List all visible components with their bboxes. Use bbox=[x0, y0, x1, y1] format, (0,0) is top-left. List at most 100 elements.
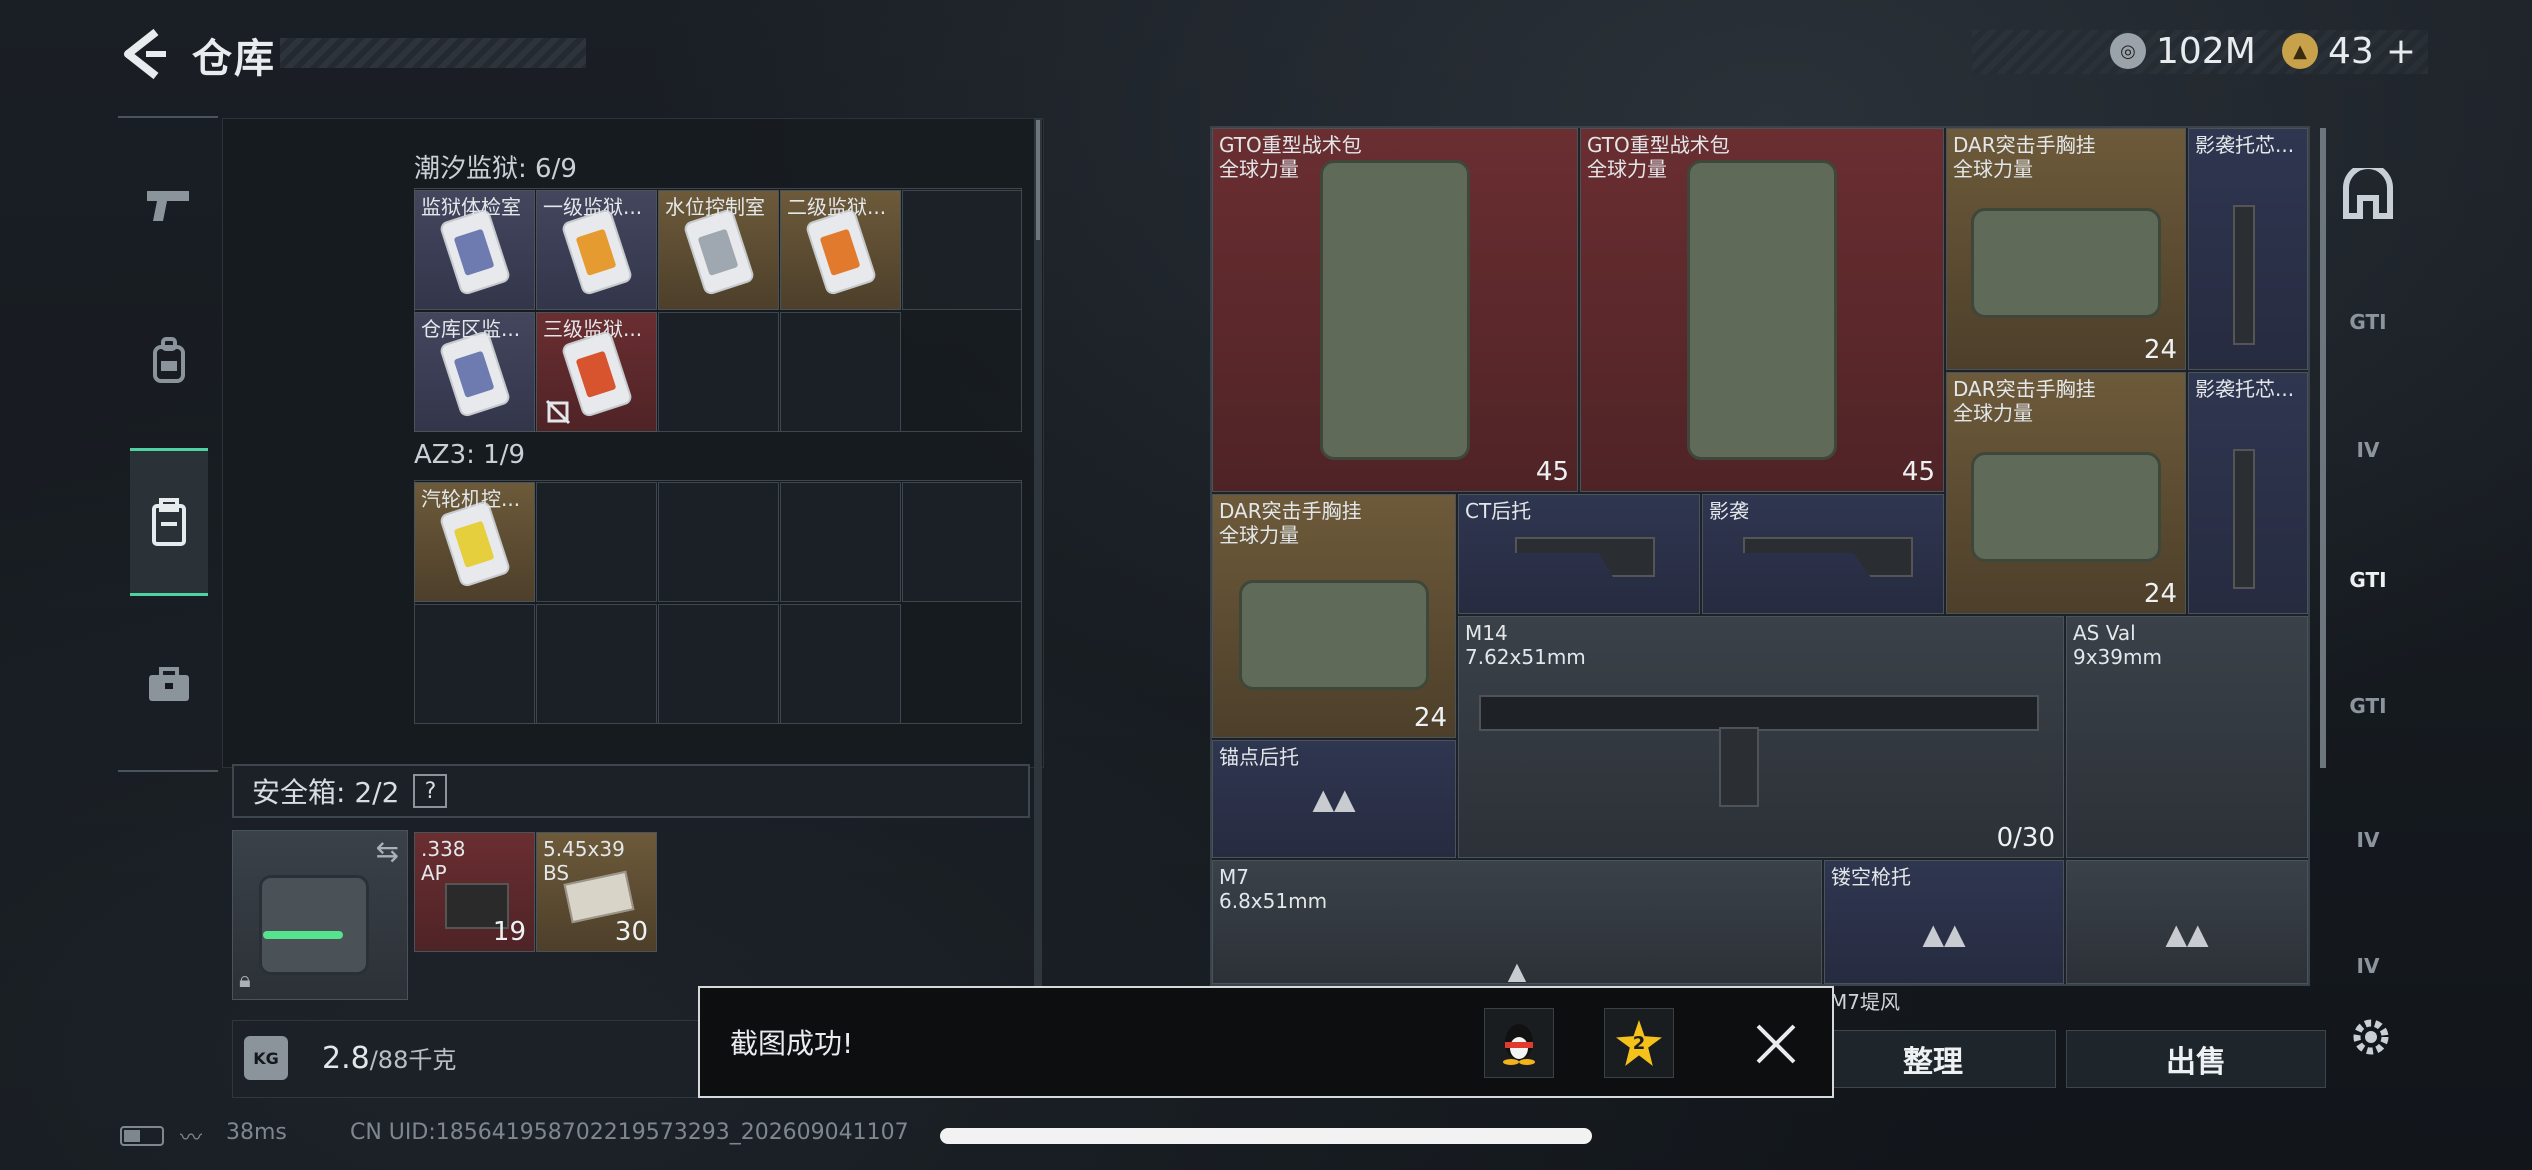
stock-core-image bbox=[2233, 205, 2255, 345]
key-card-item[interactable]: 一级监狱... bbox=[536, 190, 657, 310]
placeholder-triangle-icon: ▲ bbox=[1507, 957, 1527, 984]
lock-icon: 🔒︎ bbox=[239, 968, 251, 993]
key-card-item[interactable]: 二级监狱... bbox=[780, 190, 901, 310]
weight-max: /88千克 bbox=[369, 1046, 457, 1074]
stash-item-m14-rifle[interactable]: M14 7.62x51mm 0/30 bbox=[1458, 616, 2064, 858]
stash-item-stock-core[interactable]: 影袭托芯... bbox=[2188, 128, 2308, 370]
empty-slot[interactable] bbox=[780, 482, 901, 602]
m7-muzzle-label: M7堤风 bbox=[1830, 990, 1900, 1014]
stash-item-anchor-stock[interactable]: ▲▲ 锚点后托 bbox=[1212, 740, 1456, 858]
empty-slot[interactable] bbox=[658, 604, 779, 724]
stash-item-gto-bag[interactable]: GTO重型战术包 全球力量 45 bbox=[1212, 128, 1578, 492]
stock-image bbox=[1515, 537, 1655, 577]
empty-slot[interactable] bbox=[902, 190, 1022, 310]
help-icon[interactable]: ? bbox=[413, 774, 448, 808]
penguin-icon bbox=[1503, 1024, 1535, 1065]
title-decoration bbox=[280, 38, 586, 68]
safe-box-header: 安全箱: 2/2 ? bbox=[232, 764, 1030, 818]
gear-icon[interactable] bbox=[2346, 1012, 2396, 1062]
currency-hafu-value: 102M bbox=[2156, 30, 2256, 72]
page-title: 仓库 bbox=[192, 36, 276, 82]
stash-item-m7-rifle[interactable]: M7 6.8x51mm ▲ bbox=[1212, 860, 1822, 984]
star-icon: 2 bbox=[1616, 1020, 1662, 1066]
stash-item-hollow-stock[interactable]: ▲▲ 镂空枪托 bbox=[1824, 860, 2064, 984]
stash-item-chest-rig[interactable]: DAR突击手胸挂 全球力量 24 bbox=[1212, 494, 1456, 738]
left-scrollbar-thumb[interactable] bbox=[1036, 120, 1040, 240]
safe-box-image bbox=[259, 875, 369, 975]
sort-button[interactable]: 整理 bbox=[1810, 1030, 2056, 1088]
stash-item-as-val[interactable]: AS Val 9x39mm bbox=[2066, 616, 2308, 858]
chest-rig-image bbox=[1971, 208, 2161, 319]
ping-readout: 38ms bbox=[226, 1120, 287, 1145]
empty-slot[interactable] bbox=[658, 312, 779, 432]
close-icon[interactable] bbox=[1754, 1022, 1798, 1066]
stash-scrollbar[interactable] bbox=[2320, 128, 2326, 768]
rifle-image bbox=[1479, 695, 2039, 731]
no-trade-icon bbox=[545, 399, 571, 425]
empty-slot[interactable] bbox=[780, 604, 901, 724]
az3-label: AZ3: 1/9 bbox=[414, 440, 526, 470]
key-card-item[interactable]: 仓库区监... bbox=[414, 312, 535, 432]
weight-kg-icon: KG bbox=[244, 1036, 288, 1080]
all-items-tab-icon[interactable] bbox=[2330, 164, 2406, 224]
stash-tab-3[interactable]: GTI bbox=[2330, 550, 2406, 610]
backpack-image bbox=[1320, 160, 1470, 460]
empty-slot[interactable] bbox=[414, 604, 535, 724]
ammo-item[interactable]: 5.45x39 BS 30 bbox=[536, 832, 657, 952]
stash-item-chest-rig[interactable]: DAR突击手胸挂 全球力量 24 bbox=[1946, 128, 2186, 370]
stash-tab-1[interactable]: GTI bbox=[2330, 292, 2406, 352]
stash-tab-5[interactable]: IV bbox=[2330, 810, 2406, 870]
qq-share-button[interactable] bbox=[1484, 1008, 1554, 1078]
chest-rig-image bbox=[1971, 452, 2161, 563]
currency-premium: ▲ 43 + bbox=[2282, 28, 2416, 74]
stash-item-chest-rig[interactable]: DAR突击手胸挂 全球力量 24 bbox=[1946, 372, 2186, 614]
swap-icon[interactable]: ⇆ bbox=[376, 835, 399, 868]
wifi-icon: 〰 bbox=[180, 1126, 203, 1151]
battery-icon bbox=[120, 1126, 164, 1146]
stash-item-gto-bag[interactable]: GTO重型战术包 全球力量 45 bbox=[1580, 128, 1944, 492]
stash-item-shadow-stock[interactable]: 影袭 bbox=[1702, 494, 1944, 614]
chest-rig-image bbox=[1239, 580, 1429, 691]
empty-slot[interactable] bbox=[536, 604, 657, 724]
qzone-share-button[interactable]: 2 bbox=[1604, 1008, 1674, 1078]
stash-tab-2[interactable]: IV bbox=[2330, 420, 2406, 480]
stash-tab-4[interactable]: GTI bbox=[2330, 676, 2406, 736]
stash-item-stock-core[interactable]: 影袭托芯... bbox=[2188, 372, 2308, 614]
empty-slot[interactable] bbox=[536, 482, 657, 602]
pistol-icon[interactable] bbox=[130, 150, 208, 260]
ammo-box-image bbox=[563, 870, 635, 924]
ammo-item[interactable]: .338 AP 19 bbox=[414, 832, 535, 952]
stash-item-ct-stock[interactable]: CT后托 bbox=[1458, 494, 1700, 614]
key-card-item[interactable]: 汽轮机控... bbox=[414, 482, 535, 602]
left-scrollbar[interactable] bbox=[1034, 118, 1042, 990]
stock-image bbox=[1743, 537, 1913, 577]
gold-coin-icon: ▲ bbox=[2282, 33, 2318, 69]
rifle-magazine-image bbox=[1719, 727, 1759, 807]
sell-button[interactable]: 出售 bbox=[2066, 1030, 2326, 1088]
key-card-item[interactable]: 三级监狱... bbox=[536, 312, 657, 432]
screenshot-toast: 截图成功! 2 bbox=[698, 986, 1834, 1098]
currency-premium-value: 43 bbox=[2328, 30, 2374, 72]
empty-slot[interactable] bbox=[902, 482, 1022, 602]
backpack-icon[interactable] bbox=[130, 306, 208, 416]
key-card-item[interactable]: 监狱体检室 bbox=[414, 190, 535, 310]
safe-box-indicator bbox=[263, 931, 343, 939]
safe-box-container[interactable]: ⇆ 🔒︎ bbox=[232, 830, 408, 1000]
key-card-item[interactable]: 水位控制室 bbox=[658, 190, 779, 310]
toolbox-icon[interactable] bbox=[130, 630, 208, 740]
weight-readout: 2.8/88千克 bbox=[322, 1040, 456, 1076]
silver-coin-icon: ◎ bbox=[2110, 33, 2146, 69]
safe-box-label: 安全箱: 2/2 bbox=[252, 776, 400, 809]
stash-tab-6[interactable]: IV bbox=[2330, 936, 2406, 996]
home-indicator[interactable] bbox=[940, 1128, 1592, 1144]
placeholder-triangle-icon: ▲▲ bbox=[1312, 782, 1356, 816]
uid-readout: CN UID:18564195870221957329​3_2026090411… bbox=[350, 1120, 909, 1145]
placeholder-triangle-icon: ▲▲ bbox=[2165, 917, 2209, 951]
empty-slot[interactable] bbox=[658, 482, 779, 602]
empty-slot[interactable] bbox=[780, 312, 901, 432]
placeholder-triangle-icon: ▲▲ bbox=[1922, 917, 1966, 951]
add-currency-button[interactable]: + bbox=[2386, 31, 2416, 72]
back-arrow-icon[interactable] bbox=[118, 26, 174, 82]
inventory-icon[interactable] bbox=[130, 448, 208, 596]
stash-item-unknown[interactable]: ▲▲ bbox=[2066, 860, 2308, 984]
